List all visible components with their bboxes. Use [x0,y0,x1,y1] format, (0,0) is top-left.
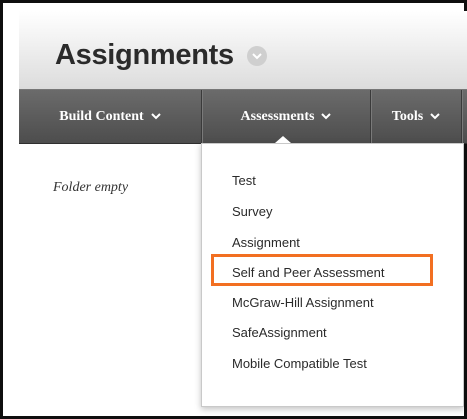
menu-item-survey[interactable]: Survey [232,204,272,219]
tools-label: Tools [391,108,424,124]
page-header: Assignments [19,11,467,90]
action-bar: Build Content Assessments Tools [19,89,467,144]
menu-item-mcgraw-hill-assignment[interactable]: McGraw-Hill Assignment [232,295,374,310]
chevron-down-icon [430,113,440,120]
menu-item-mobile-compatible-test[interactable]: Mobile Compatible Test [232,356,367,371]
tools-menu-button[interactable]: Tools [371,90,461,143]
build-content-menu-button[interactable]: Build Content [19,90,201,143]
chevron-down-icon [321,113,332,120]
chevron-down-icon [150,113,161,120]
assessments-label: Assessments [240,108,315,124]
folder-empty-message: Folder empty [53,180,129,195]
menu-item-assignment[interactable]: Assignment [232,235,300,250]
title-options-chevron-icon[interactable] [247,46,267,66]
dropdown-pointer [275,136,291,143]
page-title: Assignments [55,39,234,71]
highlight-box [211,254,433,286]
menu-item-safeassignment[interactable]: SafeAssignment [232,325,327,340]
nav-divider [461,90,462,143]
menu-item-test[interactable]: Test [232,173,256,188]
build-content-label: Build Content [59,108,144,124]
screenshot-frame: Assignments Build Content Assessments To… [0,0,467,419]
